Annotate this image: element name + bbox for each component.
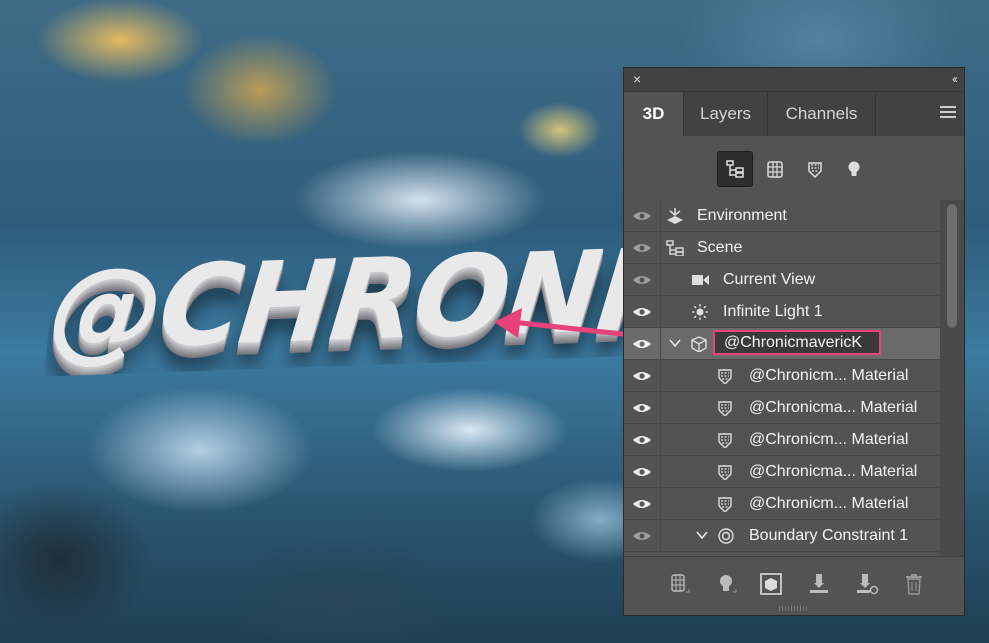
tree-row-boundary-constraint[interactable]: Boundary Constraint 1	[624, 520, 941, 552]
tree-row-material[interactable]: @Chronicma... Material	[624, 456, 941, 488]
tree-row-mesh-selected[interactable]: @ChronicmavericK	[624, 328, 941, 360]
visibility-eye-icon[interactable]	[624, 264, 661, 295]
scrollbar-thumb[interactable]	[947, 204, 957, 328]
tree-row-label: @ChronicmavericK	[724, 334, 863, 351]
tree-row-current-view[interactable]: Current View	[624, 264, 941, 296]
tree-row-label: Current View	[723, 271, 816, 288]
tab-channels[interactable]: Channels	[768, 92, 876, 136]
tree-row-infinite-light[interactable]: Infinite Light 1	[624, 296, 941, 328]
visibility-eye-icon[interactable]	[624, 296, 661, 327]
panel-titlebar: × ‹‹	[624, 68, 964, 92]
tree-row-label: Boundary Constraint 1	[749, 527, 909, 544]
constraint-icon	[718, 528, 734, 544]
hamburger-menu-icon[interactable]	[940, 106, 956, 120]
tree-row-label: @Chronicm... Material	[749, 367, 909, 384]
visibility-eye-icon[interactable]	[624, 328, 661, 359]
rename-field[interactable]: @ChronicmavericK	[713, 330, 881, 355]
tree-row-label: Scene	[697, 239, 743, 256]
environment-icon	[667, 208, 683, 224]
visibility-eye-icon[interactable]	[624, 200, 661, 231]
panel-tabbar: 3D Layers Channels	[624, 92, 964, 136]
tree-row-label: Infinite Light 1	[723, 303, 823, 320]
close-icon[interactable]: ×	[633, 71, 641, 87]
filter-toolbar	[624, 136, 964, 200]
material-icon	[718, 497, 732, 512]
material-icon	[718, 465, 732, 480]
mesh-icon	[767, 161, 783, 178]
collapse-panel-icon[interactable]: ‹‹	[952, 72, 958, 86]
panel-bottom-toolbar	[624, 556, 964, 615]
material-icon	[808, 162, 822, 179]
3d-panel: × ‹‹ 3D Layers Channels Environment Scen…	[623, 67, 965, 616]
tree-row-scene[interactable]: Scene	[624, 232, 941, 264]
light-bulb-icon	[848, 161, 860, 176]
scene-hierarchy-filter-button[interactable]	[717, 151, 753, 187]
material-icon	[718, 433, 732, 448]
constraint-delete-icon[interactable]	[855, 572, 879, 596]
tree-row-label: Environment	[697, 207, 787, 224]
visibility-eye-icon[interactable]	[624, 360, 661, 391]
visibility-eye-icon[interactable]	[624, 488, 661, 519]
visibility-eye-icon[interactable]	[624, 456, 661, 487]
tree-row-material[interactable]: @Chronicma... Material	[624, 392, 941, 424]
material-icon	[718, 369, 732, 384]
tree-row-environment[interactable]: Environment	[624, 200, 941, 232]
canvas-3d-text[interactable]: @CHRONICMAVERICK	[44, 226, 660, 377]
vertical-scrollbar[interactable]	[940, 200, 964, 558]
tree-row-material[interactable]: @Chronicm... Material	[624, 424, 941, 456]
drop-to-plane-icon[interactable]	[807, 572, 831, 596]
tree-row-material[interactable]: @Chronicm... Material	[624, 488, 941, 520]
scene-icon	[666, 240, 684, 256]
render-icon[interactable]	[759, 572, 783, 596]
visibility-eye-icon[interactable]	[624, 424, 661, 455]
chevron-down-icon[interactable]	[695, 528, 709, 542]
tree-row-label: @Chronicma... Material	[749, 399, 918, 416]
visibility-eye-icon[interactable]	[624, 232, 661, 263]
visibility-eye-icon[interactable]	[624, 520, 661, 551]
material-filter-button[interactable]	[797, 151, 833, 187]
tab-layers[interactable]: Layers	[684, 92, 768, 136]
light-filter-button[interactable]	[836, 151, 872, 187]
trash-icon[interactable]	[902, 572, 926, 596]
tree-row-label: @Chronicm... Material	[749, 431, 909, 448]
mesh-filter-button[interactable]	[757, 151, 793, 187]
chevron-down-icon[interactable]	[668, 336, 682, 350]
tree-row-label: @Chronicm... Material	[749, 495, 909, 512]
material-icon	[718, 401, 732, 416]
tree-row-label: @Chronicma... Material	[749, 463, 918, 480]
sun-icon	[692, 304, 708, 320]
add-mesh-icon[interactable]	[668, 572, 692, 596]
scene-hierarchy-icon	[726, 160, 744, 178]
resize-grip[interactable]	[779, 606, 809, 611]
scene-tree-list: Environment Scene Current View Infinite …	[624, 200, 964, 558]
add-light-icon[interactable]	[715, 572, 739, 596]
mesh-cube-icon	[691, 336, 707, 352]
tree-row-material[interactable]: @Chronicm... Material	[624, 360, 941, 392]
camera-icon	[692, 275, 709, 285]
tab-3d[interactable]: 3D	[624, 92, 684, 136]
visibility-eye-icon[interactable]	[624, 392, 661, 423]
